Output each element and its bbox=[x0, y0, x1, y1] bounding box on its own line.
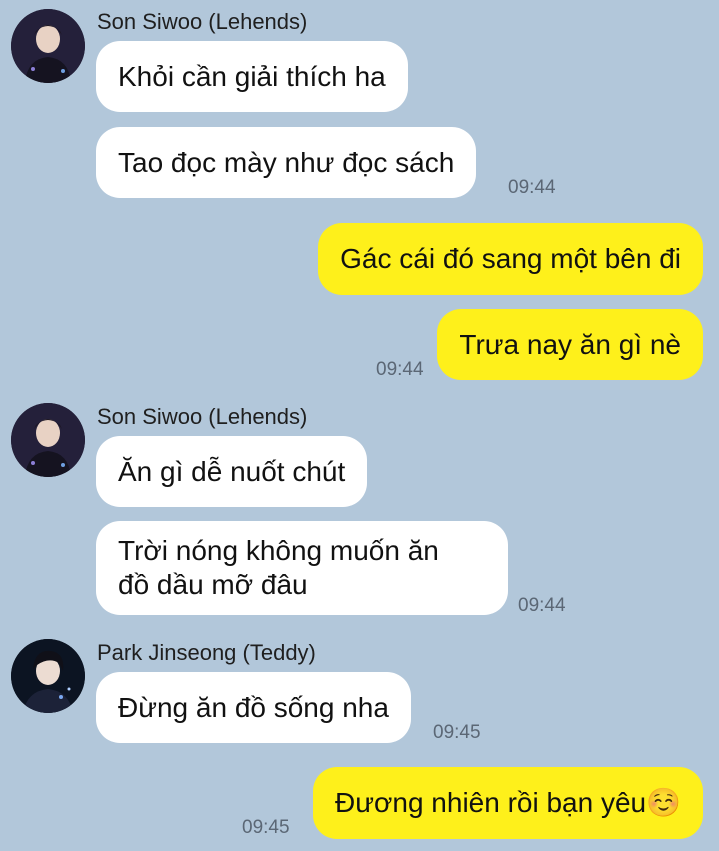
avatar-park-jinseong[interactable] bbox=[11, 639, 85, 713]
message-line: đồ dầu mỡ đâu bbox=[118, 569, 308, 600]
message-timestamp: 09:44 bbox=[376, 359, 424, 380]
message-text: Đương nhiên rồi bạn yêu bbox=[335, 787, 647, 818]
user-avatar-icon bbox=[11, 403, 85, 477]
message-timestamp: 09:44 bbox=[518, 595, 566, 616]
message-timestamp: 09:45 bbox=[433, 722, 481, 743]
user-avatar-icon bbox=[11, 639, 85, 713]
sender-name: Son Siwoo (Lehends) bbox=[97, 404, 308, 429]
sender-name: Park Jinseong (Teddy) bbox=[97, 640, 316, 665]
message-bubble-outgoing[interactable]: Trưa nay ăn gì nè bbox=[437, 309, 703, 380]
avatar-son-siwoo[interactable] bbox=[11, 9, 85, 83]
message-bubble[interactable]: Tao đọc mày như đọc sách bbox=[96, 127, 477, 198]
message-bubble[interactable]: Trời nóng không muốn ăn đồ dầu mỡ đâu bbox=[96, 521, 508, 615]
message-bubble[interactable]: Khỏi cần giải thích ha bbox=[96, 41, 408, 112]
user-avatar-icon bbox=[11, 9, 85, 83]
message-bubble-outgoing[interactable]: Đương nhiên rồi bạn yêu☺️ bbox=[313, 767, 703, 839]
message-bubble[interactable]: Đừng ăn đồ sống nha bbox=[96, 672, 411, 743]
message-timestamp: 09:44 bbox=[508, 177, 556, 198]
sender-name: Son Siwoo (Lehends) bbox=[97, 9, 308, 34]
message-line: Trời nóng không muốn ăn bbox=[118, 535, 439, 566]
message-timestamp: 09:45 bbox=[242, 817, 290, 838]
smiling-face-emoji-icon: ☺️ bbox=[646, 787, 681, 818]
message-bubble[interactable]: Ăn gì dễ nuốt chút bbox=[96, 436, 368, 507]
avatar-son-siwoo[interactable] bbox=[11, 403, 85, 477]
message-bubble-outgoing[interactable]: Gác cái đó sang một bên đi bbox=[318, 223, 703, 295]
